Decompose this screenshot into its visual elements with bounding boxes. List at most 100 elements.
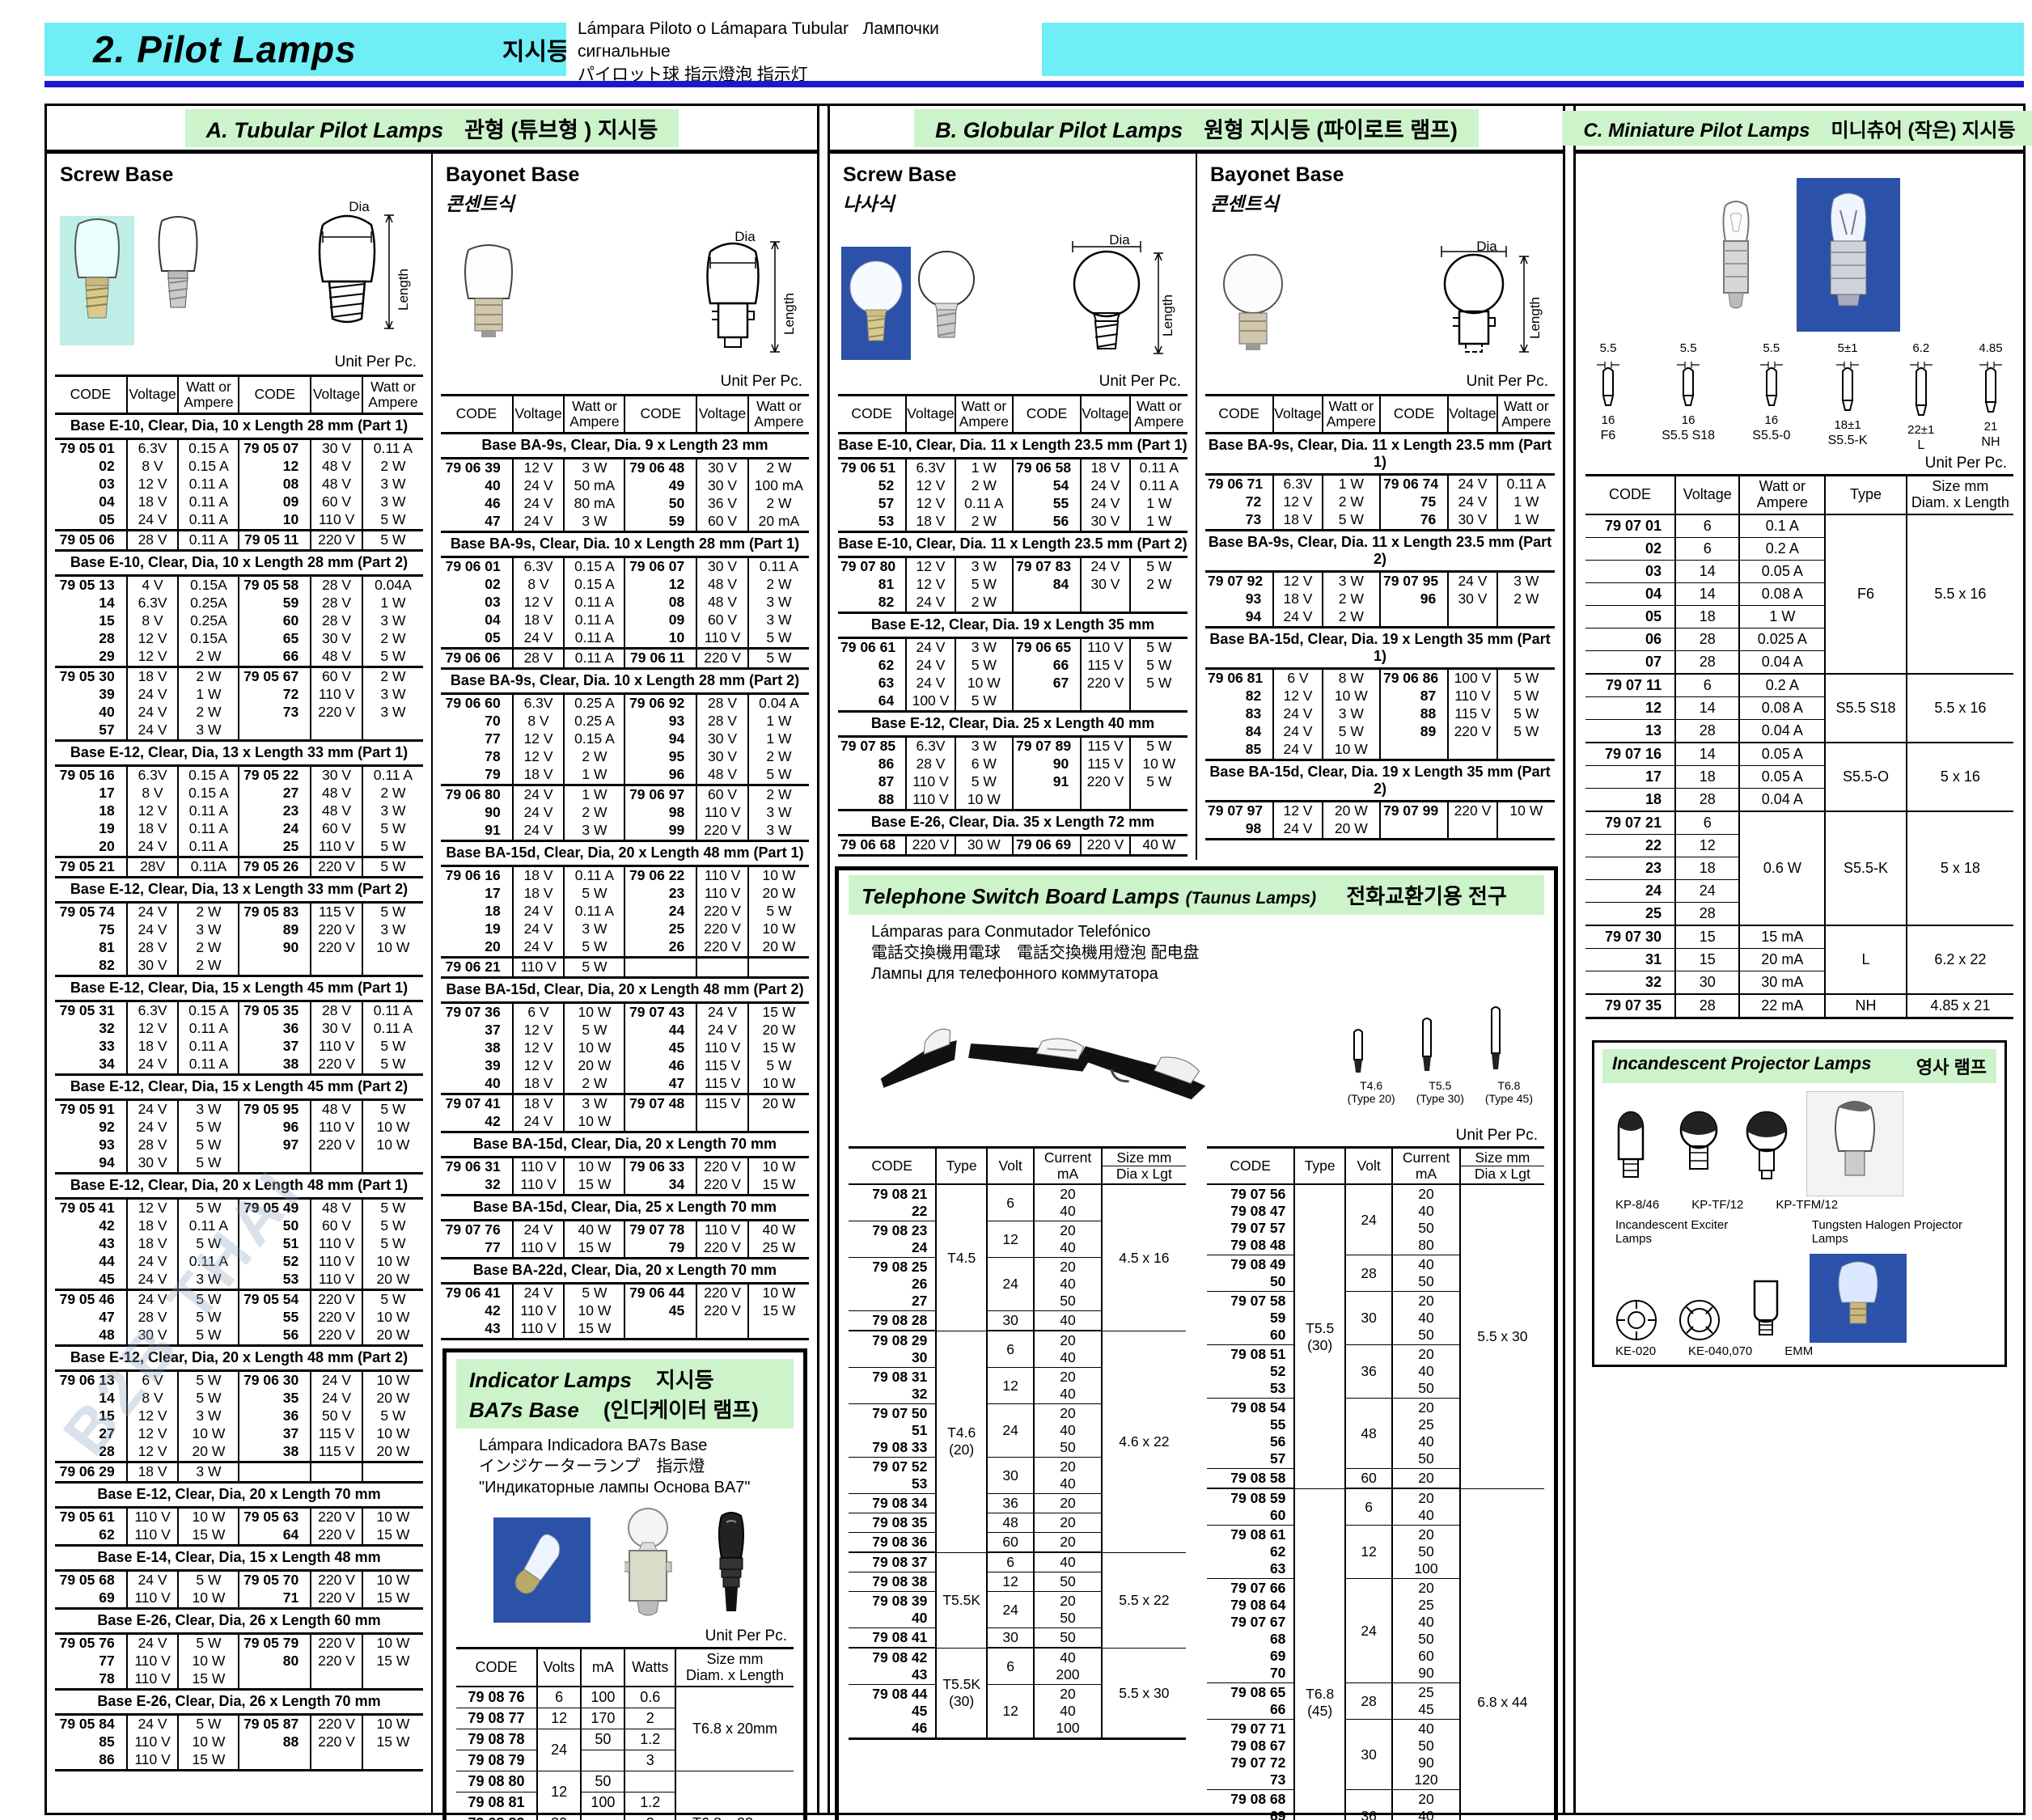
- table-header: CODEVoltsmAWattsSize mmDiam. x Length: [456, 1648, 794, 1687]
- table-cell: 5 W: [955, 692, 1013, 712]
- table-cell: 30 V: [696, 458, 748, 477]
- table-cell: 4 V: [127, 575, 179, 595]
- current-cell: 50: [1034, 1628, 1101, 1649]
- table-cell: 110 V: [127, 1589, 179, 1609]
- table-row: 79 05 316.3V0.15 A79 05 3528 V0.11 A: [55, 1001, 423, 1020]
- table-cell: 79 06 74: [1380, 474, 1448, 493]
- table-cell: 79 05 11: [239, 530, 311, 550]
- table-cell: L: [1825, 925, 1907, 994]
- table-cell: 12 V: [1273, 801, 1322, 820]
- table-cell: 18 V: [513, 866, 565, 885]
- code-cell: 79 08 4950: [1207, 1255, 1294, 1292]
- volt-cell: 12: [987, 1368, 1034, 1404]
- table-cell: 24 V: [513, 629, 565, 649]
- indicator-desc-ru: "Индикаторные лампы Основа BA7": [479, 1477, 794, 1498]
- table-cell: 3 W: [748, 822, 809, 841]
- table-cell: 96: [1380, 590, 1448, 608]
- table-cell: 07: [1585, 650, 1675, 674]
- table-cell: 220 V: [311, 1653, 362, 1670]
- table-cell: 0.11 A: [1130, 458, 1187, 477]
- table-row: 4830 V5 W56220 V20 W: [55, 1327, 423, 1346]
- table-row: 77110 V15 W79220 V25 W: [441, 1239, 809, 1259]
- table-cell: 79 07 78: [624, 1220, 696, 1239]
- table-cell: 79 06 07: [624, 557, 696, 576]
- table-row: 79 06 21110 V5 W: [441, 957, 809, 977]
- table-cell: 18 V: [906, 513, 955, 532]
- table-cell: [624, 957, 696, 977]
- table-cell: 3 W: [362, 612, 423, 630]
- column-header: CODE: [1205, 396, 1273, 434]
- current-cell: 20405080: [1392, 1184, 1459, 1255]
- group-caption: Base E-10, Clear, Dia. 11 x Length 23.5 …: [838, 531, 1187, 557]
- table-cell: 36: [239, 1407, 311, 1425]
- table-row: 5212 V2 W5424 V0.11 A: [838, 477, 1187, 495]
- table-cell: 3 W: [564, 1094, 624, 1113]
- section-b-title-kr: 원형 지시등 (파이로트 램프): [1204, 118, 1458, 142]
- screw-base-label-kr: 나사식: [843, 188, 1187, 216]
- table-cell: 5 W: [1130, 675, 1187, 692]
- table-cell: 15 W: [178, 1670, 239, 1690]
- table-cell: 25: [1585, 902, 1675, 925]
- table-cell: 24 V: [513, 785, 565, 804]
- table-cell: 12 V: [127, 648, 179, 667]
- table-cell: 18 V: [513, 1075, 565, 1094]
- table-cell: 220 V: [311, 1714, 362, 1733]
- current-cell: 204050: [1392, 1292, 1459, 1345]
- table-cell: 79 05 70: [239, 1570, 311, 1589]
- table-cell: 24 V: [311, 1370, 362, 1390]
- volt-cell: 30: [987, 1628, 1034, 1649]
- dia-label: Dia: [1109, 232, 1130, 248]
- table-cell: 90: [239, 939, 311, 957]
- indicator-table: CODEVoltsmAWattsSize mmDiam. x Length 79 …: [456, 1647, 794, 1820]
- table-row: 85110 V10 W88220 V15 W: [55, 1733, 423, 1751]
- tubular-screw-table: CODEVoltageWatt or AmpereCODEVoltageWatt…: [55, 375, 423, 1771]
- table-cell: 93: [624, 713, 696, 730]
- table-cell: 2 W: [178, 957, 239, 976]
- current-cell: 405090120: [1392, 1720, 1459, 1790]
- table-cell: 10 W: [362, 1253, 423, 1271]
- mini-diagram-label: S5.5 S18: [1662, 429, 1715, 443]
- table-cell: 0.11 A: [362, 765, 423, 785]
- table-cell: 20 mA: [1739, 948, 1825, 971]
- table-row: 1824 V0.11 A24220 V5 W: [441, 903, 809, 921]
- unit-per-pc-label: Unit Per Pc.: [838, 371, 1187, 392]
- table-cell: 34: [624, 1176, 696, 1196]
- table-cell: 110 V: [513, 1157, 565, 1176]
- type-cell: T6.8(45): [1294, 1488, 1345, 1820]
- table-cell: 220 V: [311, 1056, 362, 1075]
- column-header: Size mmDia x Lgt: [1102, 1147, 1186, 1184]
- table-cell: 79 08 80: [456, 1771, 537, 1792]
- table-cell: 79 05 31: [55, 1001, 127, 1020]
- size-cell: 4.6 x 22: [1102, 1331, 1186, 1552]
- column-header: CODE: [456, 1648, 537, 1687]
- table-cell: 5 W: [1130, 736, 1187, 756]
- table-cell: 28: [1675, 994, 1739, 1018]
- table-cell: 79 05 46: [55, 1289, 127, 1309]
- globular-bayonet-photo-icon: [1209, 248, 1298, 370]
- table-cell: 05: [441, 629, 513, 649]
- mini-diagram-length: 16: [1592, 413, 1624, 427]
- table-cell: 110 V: [696, 885, 748, 903]
- table-cell: 10 W: [178, 1653, 239, 1670]
- table-cell: 79 05 26: [239, 857, 311, 877]
- table-cell: 32: [1585, 971, 1675, 994]
- table-cell: 5 W: [362, 1198, 423, 1217]
- table-cell: 79 05 22: [239, 765, 311, 785]
- table-cell: 79 08 82: [456, 1814, 537, 1820]
- code-cell: 79 08 3940: [849, 1592, 936, 1628]
- code-cell: 79 08 2324: [849, 1221, 936, 1258]
- table-body: 79 07 5679 08 4779 07 5779 08 48T5.5(30)…: [1207, 1184, 1544, 1820]
- miniature-table: CODEVoltageWatt orAmpereTypeSize mmDiam.…: [1585, 474, 2013, 1019]
- table-cell: 2 W: [955, 477, 1013, 495]
- header-row: CODEVoltsmAWattsSize mmDiam. x Length: [456, 1648, 794, 1687]
- table-cell: 1 W: [1497, 493, 1555, 511]
- mini-bulb-icon: [1592, 355, 1624, 413]
- title-es: Lámpara Piloto o Lámapara Tubular: [578, 19, 849, 38]
- table-cell: 220 V: [1448, 801, 1496, 820]
- table-cell: 0.11 A: [564, 866, 624, 885]
- table-cell: 110 V: [513, 1320, 565, 1340]
- table-cell: 17: [1585, 765, 1675, 788]
- table-cell: 60 V: [311, 667, 362, 686]
- table-cell: 79: [441, 766, 513, 785]
- mini-bulb-icon: [1905, 355, 1937, 423]
